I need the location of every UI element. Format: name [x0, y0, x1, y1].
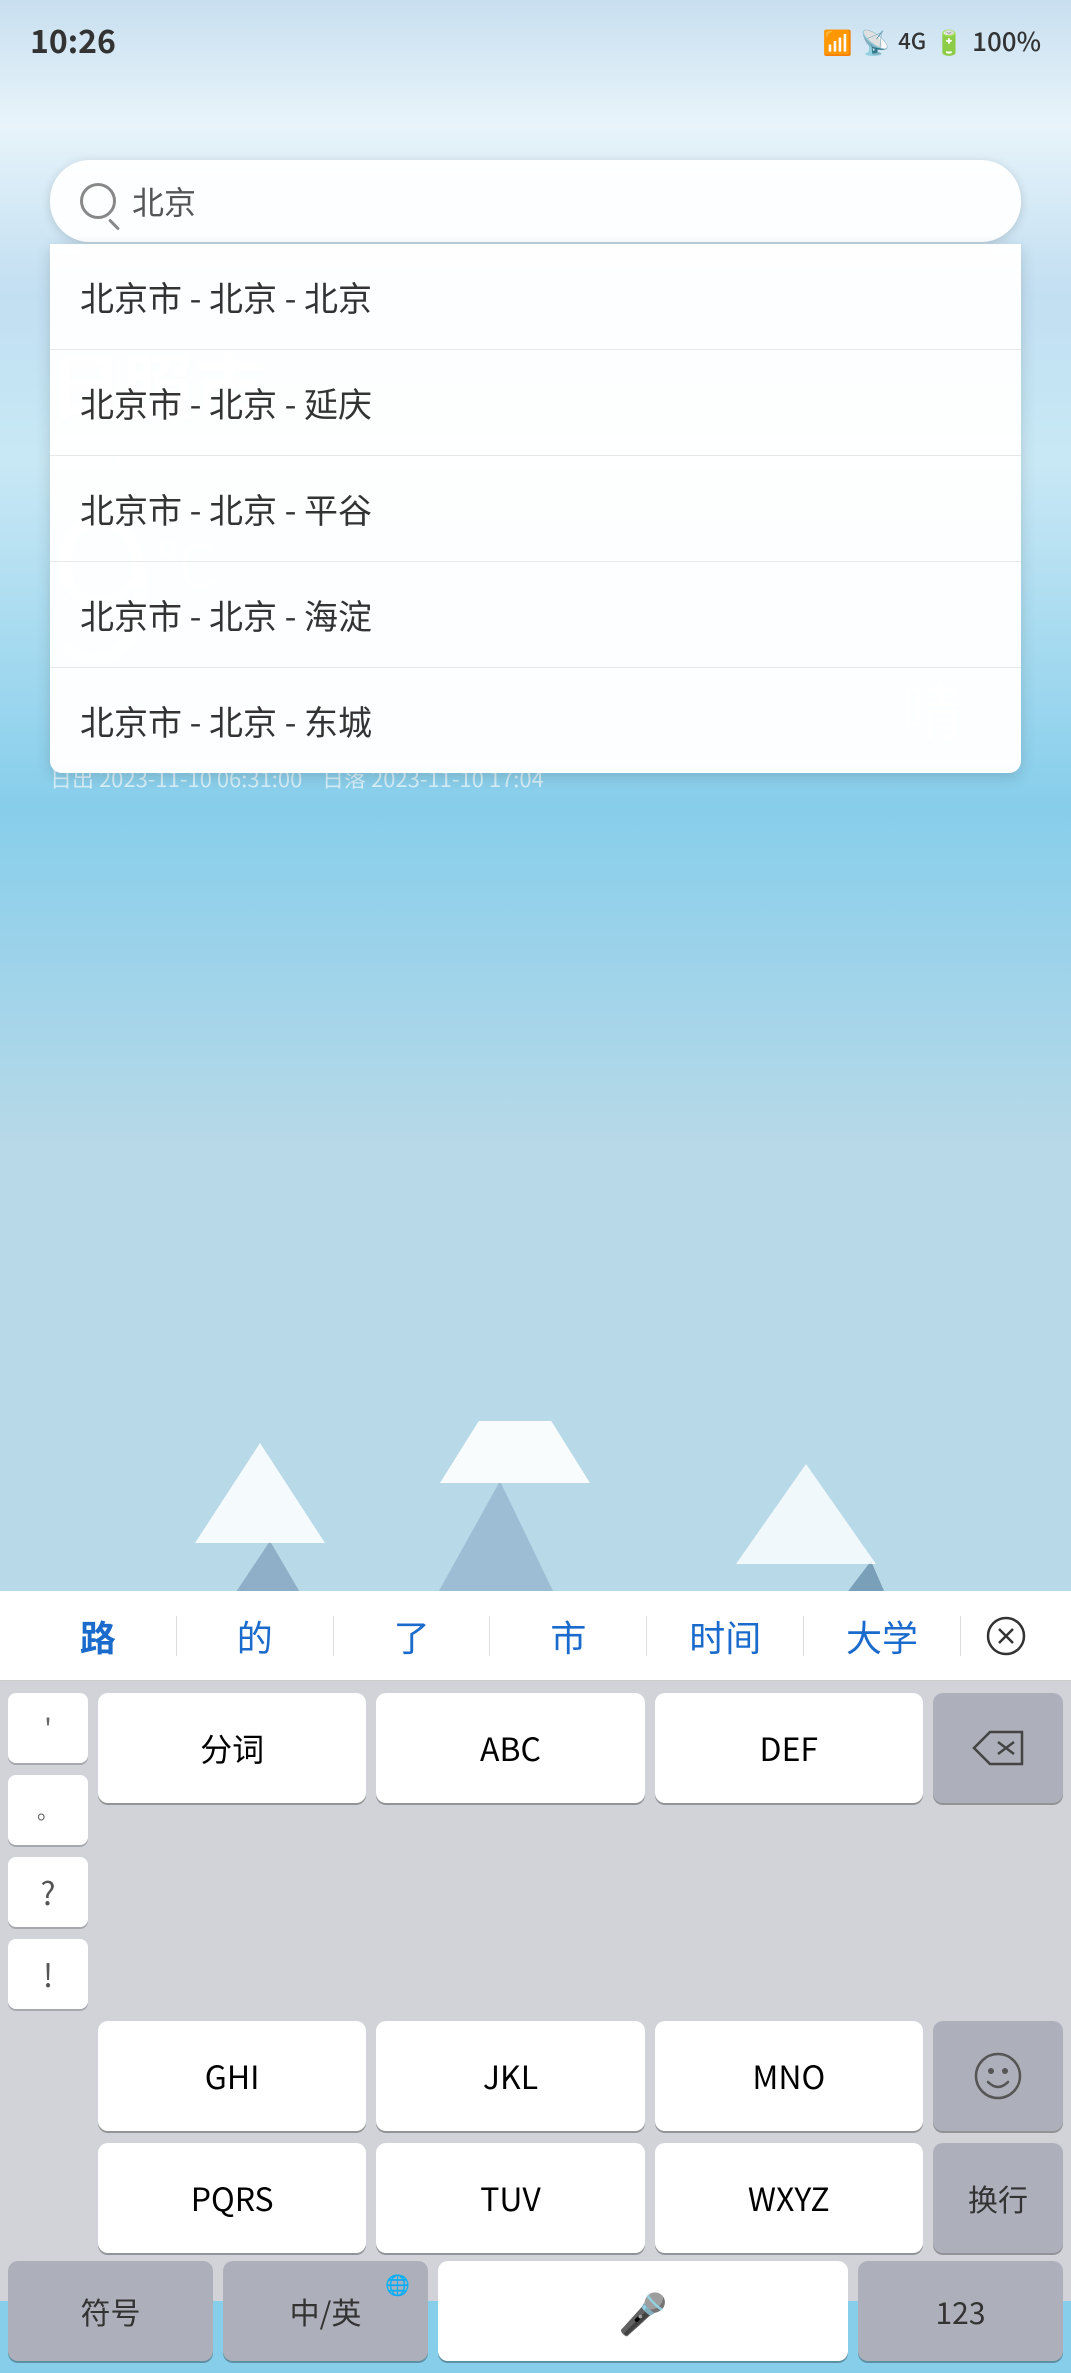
- key-lang-switch[interactable]: 中/英 🌐: [223, 2261, 428, 2361]
- battery-icon: 🔋: [934, 23, 964, 58]
- key-abc[interactable]: ABC: [376, 1693, 644, 1803]
- suggestion-item-3[interactable]: 北京市 - 北京 - 海淀: [50, 562, 1021, 668]
- quick-word-4[interactable]: 时间: [647, 1595, 803, 1677]
- keyboard-row-1: ' 。 ? ! 分词 ABC DEF: [8, 1693, 1063, 2009]
- punctuation-column: ' 。 ? !: [8, 1693, 88, 2009]
- key-exclaim[interactable]: !: [8, 1939, 88, 2009]
- delete-circle-icon: [986, 1616, 1026, 1656]
- key-question[interactable]: ?: [8, 1857, 88, 1927]
- keyboard-main: ' 。 ? ! 分词 ABC DEF GHI JKL MNO: [0, 1681, 1071, 2261]
- signal-icon: 📶: [822, 23, 852, 58]
- wifi-icon: 📡: [860, 23, 890, 58]
- quick-delete-button[interactable]: [961, 1616, 1051, 1656]
- search-input-text[interactable]: 北京: [132, 178, 991, 224]
- quick-word-1[interactable]: 的: [177, 1595, 333, 1677]
- quick-word-5[interactable]: 大学: [804, 1595, 960, 1677]
- key-jkl[interactable]: JKL: [376, 2021, 644, 2131]
- key-apostrophe[interactable]: ': [8, 1693, 88, 1763]
- key-pqrs[interactable]: PQRS: [98, 2143, 366, 2253]
- keyboard-row-2: GHI JKL MNO: [8, 2021, 1063, 2131]
- key-tuv[interactable]: TUV: [376, 2143, 644, 2253]
- suggestion-item-1[interactable]: 北京市 - 北京 - 延庆: [50, 350, 1021, 456]
- key-mno[interactable]: MNO: [655, 2021, 923, 2131]
- quick-suggestions-bar: 路 的 了 市 时间 大学: [0, 1591, 1071, 1681]
- status-time: 10:26: [30, 17, 116, 63]
- suggestions-dropdown: 北京市 - 北京 - 北京 北京市 - 北京 - 延庆 北京市 - 北京 - 平…: [50, 244, 1021, 773]
- backspace-icon: [970, 1728, 1026, 1768]
- key-backspace[interactable]: [933, 1693, 1063, 1803]
- suggestion-item-4[interactable]: 北京市 - 北京 - 东城: [50, 668, 1021, 773]
- suggestion-item-0[interactable]: 北京市 - 北京 - 北京: [50, 244, 1021, 350]
- key-def[interactable]: DEF: [655, 1693, 923, 1803]
- network-icon: 4G: [898, 24, 926, 56]
- key-ghi[interactable]: GHI: [98, 2021, 366, 2131]
- mic-icon: 🎤: [618, 2282, 668, 2340]
- battery-percent: 100%: [972, 22, 1041, 59]
- key-newline[interactable]: 换行: [933, 2143, 1063, 2253]
- key-wxyz[interactable]: WXYZ: [655, 2143, 923, 2253]
- key-fuhao[interactable]: 符号: [8, 2261, 213, 2361]
- quick-word-0[interactable]: 路: [20, 1595, 176, 1677]
- key-fenchi[interactable]: 分词: [98, 1693, 366, 1803]
- emoji-icon: [972, 2050, 1024, 2102]
- search-bar[interactable]: 北京: [50, 160, 1021, 242]
- quick-word-3[interactable]: 市: [490, 1595, 646, 1677]
- key-emoji[interactable]: [933, 2021, 1063, 2131]
- status-icons: 📶 📡 4G 🔋 100%: [822, 22, 1041, 59]
- status-bar: 10:26 📶 📡 4G 🔋 100%: [0, 0, 1071, 70]
- search-container: 北京 北京市 - 北京 - 北京 北京市 - 北京 - 延庆 北京市 - 北京 …: [50, 160, 1021, 773]
- key-period: 。: [8, 1775, 88, 1845]
- globe-icon: 🌐: [385, 2269, 410, 2298]
- key-num-switch[interactable]: 123: [858, 2261, 1063, 2361]
- suggestion-item-2[interactable]: 北京市 - 北京 - 平谷: [50, 456, 1021, 562]
- keyboard-bottom-row: 符号 中/英 🌐 🎤 123: [0, 2261, 1071, 2373]
- keyboard-area: 路 的 了 市 时间 大学 ' 。 ? !: [0, 1591, 1071, 2301]
- key-space[interactable]: 🎤: [438, 2261, 848, 2361]
- quick-word-2[interactable]: 了: [334, 1595, 490, 1677]
- search-icon: [80, 183, 116, 219]
- mountain-snow-center: [440, 1421, 590, 1483]
- keyboard-row-3: PQRS TUV WXYZ 换行: [8, 2143, 1063, 2253]
